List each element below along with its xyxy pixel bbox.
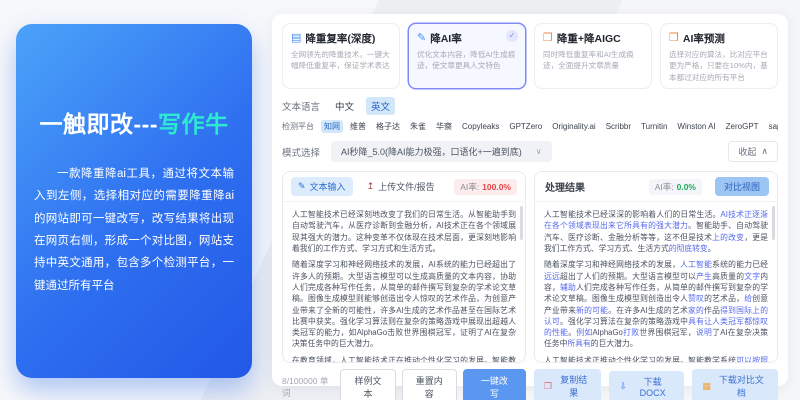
option-中文[interactable]: 中文 <box>330 97 359 115</box>
ai-rate-label: AI率: <box>655 181 674 193</box>
input-textarea[interactable]: 人工智能技术已经深刻地改变了我们的日常生活。从智能助手到自动驾驶汽车，从医疗诊断… <box>283 202 525 362</box>
feature-card-2[interactable]: ✎ 降AI率 ✓ 优化文本内容，降低AI生成痕迹，使文章更具人文特色 <box>408 23 526 89</box>
browser-icon: ❒ <box>543 33 553 44</box>
rewrite-button[interactable]: 一键改写 <box>463 369 526 400</box>
input-box: ✎ 文本输入 ↥ 上传文件/报告 AI率: 100.0% 人工智能技术已经深刻地… <box>282 171 526 363</box>
feature-card-4[interactable]: ❒ AI率预测 选择对应的算法，比对应平台更为严格，只要在10%内，基本都过对应… <box>660 23 778 89</box>
option-华察[interactable]: 华察 <box>433 120 455 133</box>
upload-icon: ↥ <box>367 181 375 192</box>
copy-icon: ❐ <box>544 381 552 392</box>
language-row: 文本语言中文英文 <box>282 97 778 115</box>
input-scrollbar[interactable] <box>520 206 523 240</box>
option-Winston AI[interactable]: Winston AI <box>674 121 718 132</box>
feature-cards: ▤ 降重复率(深度) 全网领先的降重技术，一键大幅降低重复率，保证学术表达 ✎ … <box>282 23 778 89</box>
browser-icon: ❒ <box>669 33 679 44</box>
feature-card-title: 降重+降AIGC <box>557 31 621 46</box>
option-sapling.ai[interactable]: sapling.ai <box>766 121 778 132</box>
feature-card-title: AI率预测 <box>683 31 725 46</box>
result-textarea: 人工智能技术已经深深的影响着人们的日常生活。AI技术正逐渐在各个领域表现出来它所… <box>535 202 777 362</box>
feature-card-1[interactable]: ▤ 降重复率(深度) 全网领先的降重技术，一键大幅降低重复率，保证学术表达 <box>282 23 400 89</box>
download-icon: ⇩ <box>619 381 627 392</box>
option-知网[interactable]: 知网 <box>321 120 343 133</box>
input-footer-buttons: 样例文本重置内容一键改写 <box>340 369 526 400</box>
ai-rate-label: AI率: <box>460 181 479 193</box>
mode-selected-value: AI秒降_5.0(降AI能力极强，口语化+一遍到底) <box>341 145 522 158</box>
option-朱雀[interactable]: 朱雀 <box>407 120 429 133</box>
promo-card: 一触即改---写作牛 一款降重降ai工具，通过将文本输入到左侧，选择相对应的需要… <box>16 24 252 378</box>
feature-card-desc: 同时降低重复率和AI生成痕迹，全面提升文章质量 <box>543 49 643 72</box>
page-background: 一触即改---写作牛 一款降重降ai工具，通过将文本输入到左侧，选择相对应的需要… <box>0 0 800 400</box>
input-footer: 8/100000 单词 样例文本重置内容一键改写 <box>282 369 526 400</box>
result-footer-buttons: ❐复制结果 ⇩下载DOCX ▦下载对比文档 <box>534 369 778 400</box>
pen-icon: ✎ <box>417 33 426 44</box>
ai-rate-value: 100.0% <box>482 182 511 192</box>
collapse-label: 收起 <box>738 145 756 158</box>
feature-card-title: 降AI率 <box>430 31 462 46</box>
compare-view-button[interactable]: 对比视图 <box>715 177 769 196</box>
download-docx-button[interactable]: ⇩下载DOCX <box>609 371 684 400</box>
mode-row: 模式选择 AI秒降_5.0(降AI能力极强，口语化+一遍到底) ∨ 收起 ∧ <box>282 141 778 162</box>
tab-label: 文本输入 <box>310 180 346 193</box>
option-格子达[interactable]: 格子达 <box>373 120 403 133</box>
feature-card-desc: 选择对应的算法，比对应平台更为严格，只要在10%内，基本都过对应的所有平台 <box>669 49 769 83</box>
result-paragraph: 人工智能技术正推动个性化学习的发展。智能教学系统可以按照每一个学生的学识水平、特… <box>544 355 768 362</box>
input-column: ✎ 文本输入 ↥ 上传文件/报告 AI率: 100.0% 人工智能技术已经深刻地… <box>282 171 526 400</box>
feature-card-title: 降重复率(深度) <box>305 31 375 46</box>
input-ai-rate-badge: AI率: 100.0% <box>454 179 517 195</box>
option-Turnitin[interactable]: Turnitin <box>638 121 670 132</box>
sample-text-button[interactable]: 样例文本 <box>340 369 395 400</box>
pencil-icon: ✎ <box>298 181 306 192</box>
tab-text-input[interactable]: ✎ 文本输入 <box>291 177 353 196</box>
document-icon: ▤ <box>291 33 301 44</box>
row-label: 文本语言 <box>282 99 320 113</box>
chart-icon: ▦ <box>702 381 711 392</box>
option-Scribbr[interactable]: Scribbr <box>603 121 634 132</box>
option-Copyleaks[interactable]: Copyleaks <box>459 121 502 132</box>
feature-card-3[interactable]: ❒ 降重+降AIGC 同时降低重复率和AI生成痕迹，全面提升文章质量 <box>534 23 652 89</box>
chevron-down-icon: ∨ <box>536 147 542 156</box>
panels: ✎ 文本输入 ↥ 上传文件/报告 AI率: 100.0% 人工智能技术已经深刻地… <box>282 171 778 400</box>
word-count: 8/100000 单词 <box>282 375 334 399</box>
result-header: 处理结果 AI率: 0.0% 对比视图 <box>535 172 777 202</box>
mode-label: 模式选择 <box>282 145 320 159</box>
option-GPTZero[interactable]: GPTZero <box>506 121 545 132</box>
result-paragraph: 随着深度学习和神经网络技术的发展，人工智能系统的能力已经远远超出了人们的预期。大… <box>544 259 768 349</box>
app-card: ▤ 降重复率(深度) 全网领先的降重技术，一键大幅降低重复率，保证学术表达 ✎ … <box>272 14 788 386</box>
tab-label: 上传文件/报告 <box>378 180 435 193</box>
input-header: ✎ 文本输入 ↥ 上传文件/报告 AI率: 100.0% <box>283 172 525 202</box>
platform-row: 检测平台知网维普格子达朱雀华察 Copyleaks GPTZero Originali… <box>282 120 778 133</box>
reset-content-button[interactable]: 重置内容 <box>402 369 457 400</box>
feature-card-desc: 优化文本内容，降低AI生成痕迹，使文章更具人文特色 <box>417 49 517 72</box>
copy-result-button[interactable]: ❐复制结果 <box>534 369 601 400</box>
result-column: 处理结果 AI率: 0.0% 对比视图 人工智能技术已经深深的影响着人们的日常生… <box>534 171 778 400</box>
promo-title-white: 一触即改--- <box>40 111 158 137</box>
input-paragraph: 人工智能技术已经深刻地改变了我们的日常生活。从智能助手到自动驾驶汽车，从医疗诊断… <box>292 209 516 254</box>
option-英文[interactable]: 英文 <box>366 97 395 115</box>
ai-rate-value: 0.0% <box>677 182 696 192</box>
promo-title: 一触即改---写作牛 <box>34 105 234 139</box>
input-paragraph: 随着深度学习和神经网络技术的发展，AI系统的能力已经超出了许多人的预期。大型语言… <box>292 259 516 349</box>
feature-card-desc: 全网领先的降重技术，一键大幅降低重复率，保证学术表达 <box>291 49 391 72</box>
mode-select[interactable]: AI秒降_5.0(降AI能力极强，口语化+一遍到底) ∨ <box>331 141 552 162</box>
result-title: 处理结果 <box>545 179 585 194</box>
promo-description: 一款降重降ai工具，通过将文本输入到左侧，选择相对应的需要降重降ai的网站即可一… <box>34 163 234 298</box>
result-ai-rate-badge: AI率: 0.0% <box>649 179 702 195</box>
row-label: 检测平台 <box>282 121 314 132</box>
collapse-button[interactable]: 收起 ∧ <box>728 141 778 162</box>
option-Originality.ai[interactable]: Originality.ai <box>549 121 598 132</box>
promo-title-accent: 写作牛 <box>158 111 229 137</box>
tab-upload-file[interactable]: ↥ 上传文件/报告 <box>360 177 442 196</box>
result-paragraph: 人工智能技术已经深深的影响着人们的日常生活。AI技术正逐渐在各个领域表现出来它所… <box>544 209 768 254</box>
result-scrollbar[interactable] <box>772 206 775 240</box>
option-ZeroGPT[interactable]: ZeroGPT <box>723 121 762 132</box>
chevron-up-icon: ∧ <box>761 146 768 157</box>
result-box: 处理结果 AI率: 0.0% 对比视图 人工智能技术已经深深的影响着人们的日常生… <box>534 171 778 363</box>
selected-check-icon: ✓ <box>506 30 518 42</box>
input-paragraph: 在教育领域，人工智能技术正在推动个性化学习的发展。智能教学系统能够根据每个学生的… <box>292 355 516 362</box>
download-compare-button[interactable]: ▦下载对比文档 <box>692 369 778 400</box>
option-维普[interactable]: 维普 <box>347 120 369 133</box>
